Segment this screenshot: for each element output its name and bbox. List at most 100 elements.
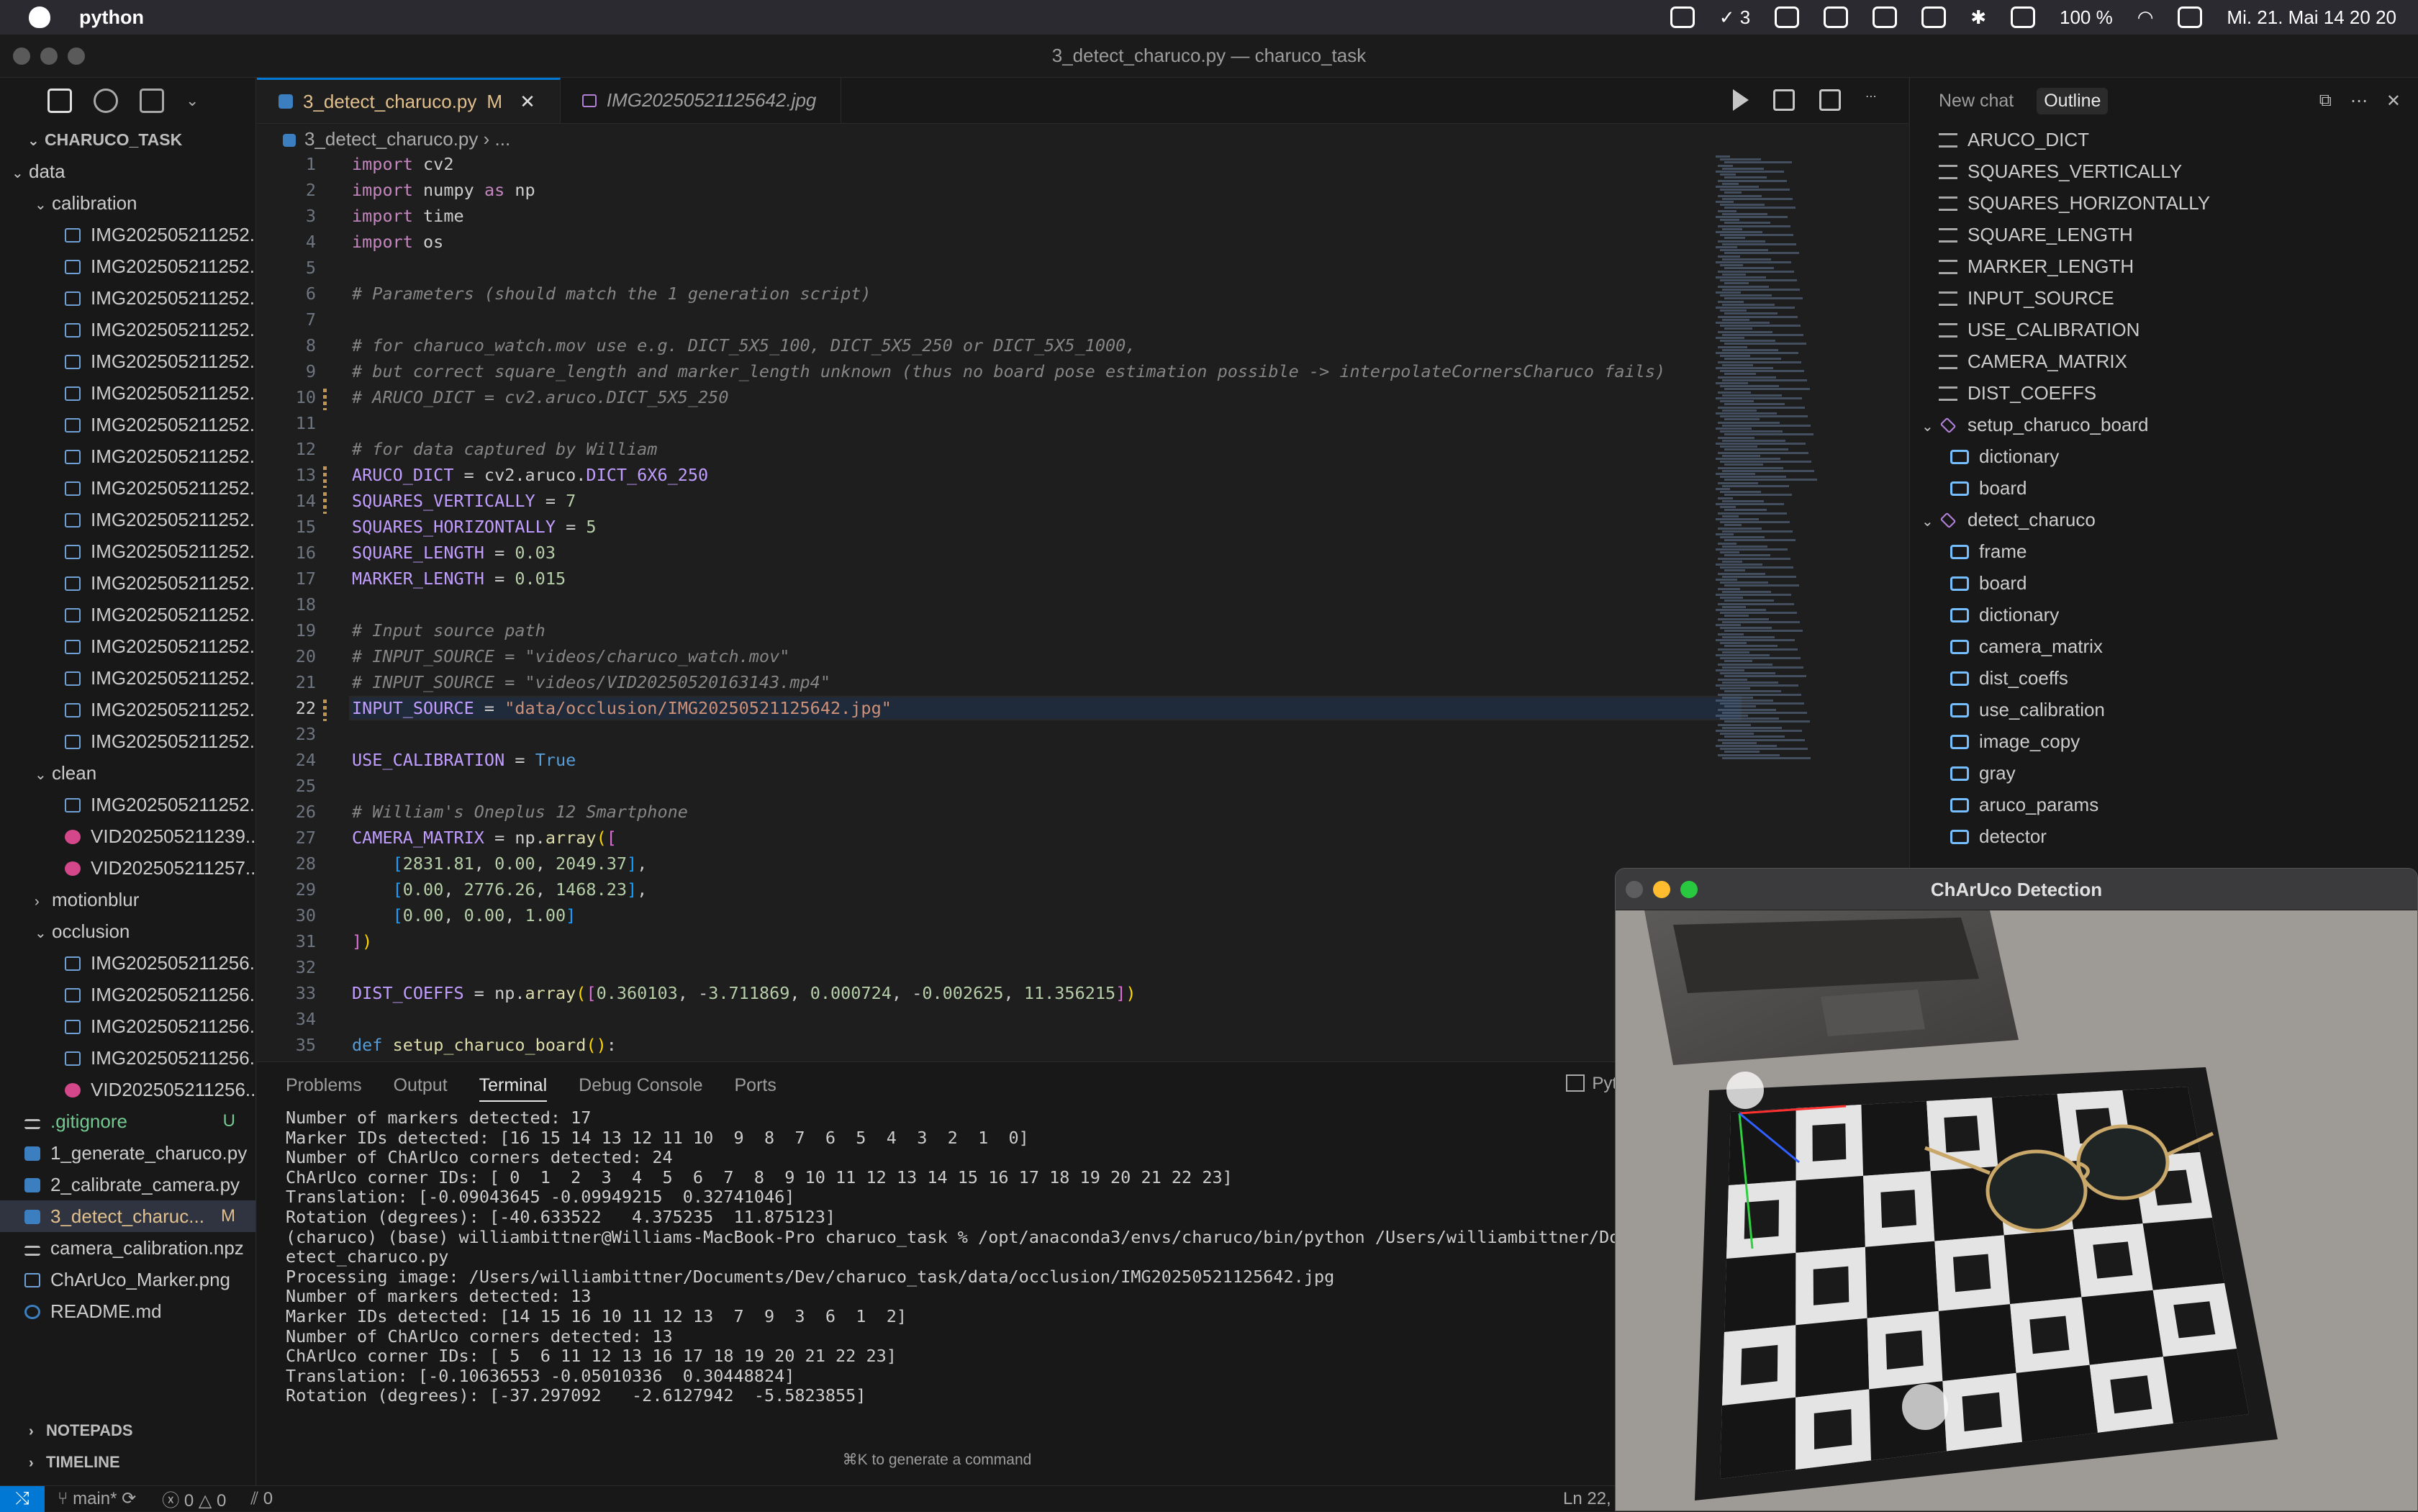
chevron-down-icon[interactable]: ⌄: [186, 91, 199, 110]
code-line[interactable]: SQUARES_VERTICALLY = 7: [352, 491, 576, 511]
tree-file[interactable]: IMG202505211252...: [0, 345, 255, 377]
aux-tab-outline[interactable]: Outline: [2037, 87, 2109, 114]
code-line[interactable]: import cv2: [352, 154, 453, 174]
code-line[interactable]: SQUARE_LENGTH = 0.03: [352, 543, 556, 563]
code-line[interactable]: def setup_charuco_board():: [352, 1035, 617, 1055]
panel-tab-terminal[interactable]: Terminal: [479, 1069, 548, 1102]
tree-file[interactable]: IMG202505211252...: [0, 662, 255, 694]
tree-file[interactable]: IMG202505211252...: [0, 567, 255, 599]
check-icon[interactable]: [1824, 6, 1849, 28]
more-icon[interactable]: ⋯: [2350, 91, 2368, 112]
outline-item[interactable]: INPUT_SOURCE: [1910, 282, 2418, 314]
tree-file[interactable]: IMG202505211252...: [0, 472, 255, 504]
terminal-instance-label[interactable]: Pyt: [1566, 1074, 1617, 1094]
outline-item[interactable]: gray: [1910, 757, 2418, 789]
drive-icon[interactable]: [1775, 6, 1800, 28]
tree-file[interactable]: IMG202505211256...: [0, 1042, 255, 1074]
code-line[interactable]: [2831.81, 0.00, 2049.37],: [352, 854, 648, 874]
tree-file[interactable]: IMG202505211252...: [0, 440, 255, 472]
code-line[interactable]: ]): [352, 931, 372, 951]
outline-item[interactable]: ⌄ setup_charuco_board: [1910, 409, 2418, 440]
tree-folder[interactable]: › motionblur: [0, 884, 255, 915]
tree-file[interactable]: ChArUco_Marker.png: [0, 1264, 255, 1295]
control-center-icon[interactable]: [2178, 6, 2203, 28]
tree-folder[interactable]: ⌄ calibration: [0, 187, 255, 219]
tree-file[interactable]: IMG202505211252...: [0, 282, 255, 314]
split-editor-icon[interactable]: [1819, 89, 1841, 111]
tab-detect-charuco[interactable]: 3_detect_charuco.py M ✕: [257, 78, 561, 123]
tree-file[interactable]: IMG202505211256...: [0, 947, 255, 979]
outline-item[interactable]: MARKER_LENGTH: [1910, 250, 2418, 282]
notion-icon[interactable]: [1670, 6, 1695, 28]
opencv-titlebar[interactable]: ChArUco Detection: [1616, 869, 2417, 910]
outline-item[interactable]: camera_matrix: [1910, 630, 2418, 662]
code-line[interactable]: USE_CALIBRATION = True: [352, 750, 576, 770]
app-menu[interactable]: python: [79, 6, 144, 29]
wifi-icon[interactable]: ◠: [2137, 6, 2154, 29]
code-line[interactable]: import os: [352, 232, 443, 252]
code-line[interactable]: import numpy as np: [352, 180, 535, 200]
tree-folder[interactable]: ⌄ occlusion: [0, 915, 255, 947]
code-line[interactable]: CAMERA_MATRIX = np.array([: [352, 828, 617, 848]
tree-file[interactable]: 2_calibrate_camera.py: [0, 1169, 255, 1200]
tree-file[interactable]: IMG202505211256...: [0, 1010, 255, 1042]
outline-item[interactable]: SQUARE_LENGTH: [1910, 219, 2418, 250]
outline-item[interactable]: aruco_params: [1910, 789, 2418, 820]
tree-folder[interactable]: ⌄ data: [0, 155, 255, 187]
aux-tab-new-chat[interactable]: New chat: [1939, 91, 2014, 112]
code-line[interactable]: # INPUT_SOURCE = "videos/charuco_watch.m…: [352, 646, 789, 666]
minimize-window-button[interactable]: [1653, 881, 1670, 898]
close-window-button[interactable]: [1626, 881, 1643, 898]
outline-item[interactable]: dictionary: [1910, 599, 2418, 630]
outline-item[interactable]: frame: [1910, 535, 2418, 567]
panel-tab-output[interactable]: Output: [394, 1075, 448, 1096]
close-icon[interactable]: ✕: [2386, 91, 2401, 112]
code-line[interactable]: # for data captured by William: [352, 439, 657, 459]
code-line[interactable]: # INPUT_SOURCE = "videos/VID202505201631…: [352, 672, 830, 692]
tree-file[interactable]: VID202505211256...: [0, 1074, 255, 1105]
cursor-position[interactable]: Ln 22,: [1563, 1489, 1611, 1509]
notepads-section[interactable]: › NOTEPADS: [0, 1415, 256, 1447]
tree-folder[interactable]: ⌄ clean: [0, 757, 255, 789]
outline-item[interactable]: DIST_COEFFS: [1910, 377, 2418, 409]
outline-item[interactable]: image_copy: [1910, 725, 2418, 757]
outline-item[interactable]: board: [1910, 567, 2418, 599]
outline-item[interactable]: ⌄ detect_charuco: [1910, 504, 2418, 535]
outline-item[interactable]: use_calibration: [1910, 694, 2418, 725]
tree-file[interactable]: IMG202505211256...: [0, 979, 255, 1010]
tree-file[interactable]: IMG202505211252...: [0, 535, 255, 567]
clock[interactable]: Mi. 21. Mai 14 20 20: [2227, 6, 2396, 29]
outline-item[interactable]: detector: [1910, 820, 2418, 852]
tree-file[interactable]: camera_calibration.npz: [0, 1232, 255, 1264]
files-icon[interactable]: [47, 89, 72, 113]
tree-file[interactable]: IMG202505211252...: [0, 377, 255, 409]
tree-file[interactable]: 1_generate_charuco.py: [0, 1137, 255, 1169]
outline-item[interactable]: board: [1910, 472, 2418, 504]
code-line[interactable]: # but correct square_length and marker_l…: [352, 361, 1665, 381]
layout-icon[interactable]: [1921, 6, 1947, 28]
outline-item[interactable]: CAMERA_MATRIX: [1910, 345, 2418, 377]
bluetooth-icon[interactable]: ✱: [1970, 6, 1986, 29]
tree-file[interactable]: IMG202505211252...: [0, 630, 255, 662]
remote-icon[interactable]: ⤭: [0, 1485, 45, 1512]
code-line[interactable]: INPUT_SOURCE = "data/occlusion/IMG202505…: [352, 698, 892, 718]
problems-indicator[interactable]: ⓧ 0 △ 0: [162, 1486, 226, 1511]
zoom-window-button[interactable]: [1680, 881, 1698, 898]
battery-label[interactable]: 100 %: [2060, 6, 2113, 29]
code-line[interactable]: import time: [352, 206, 464, 226]
code-line[interactable]: [0.00, 0.00, 1.00]: [352, 905, 576, 925]
outline-item[interactable]: USE_CALIBRATION: [1910, 314, 2418, 345]
outline-item[interactable]: dictionary: [1910, 440, 2418, 472]
tree-file[interactable]: IMG202505211252...: [0, 314, 255, 345]
tree-file[interactable]: IMG202505211252...: [0, 599, 255, 630]
panel-tab-debug-console[interactable]: Debug Console: [579, 1075, 702, 1096]
terminal-output[interactable]: Number of markers detected: 17 Marker IDs…: [257, 1108, 1630, 1406]
code-line[interactable]: SQUARES_HORIZONTALLY = 5: [352, 517, 597, 537]
new-window-icon[interactable]: ⧉: [2319, 91, 2332, 112]
code-line[interactable]: DIST_COEFFS = np.array([0.360103, -3.711…: [352, 983, 1136, 1003]
code-line[interactable]: ARUCO_DICT = cv2.aruco.DICT_6X6_250: [352, 465, 708, 485]
panel-tab-problems[interactable]: Problems: [286, 1075, 362, 1096]
breadcrumb-more[interactable]: ...: [495, 128, 511, 150]
outline-item[interactable]: SQUARES_HORIZONTALLY: [1910, 187, 2418, 219]
run-icon[interactable]: [1733, 89, 1749, 111]
